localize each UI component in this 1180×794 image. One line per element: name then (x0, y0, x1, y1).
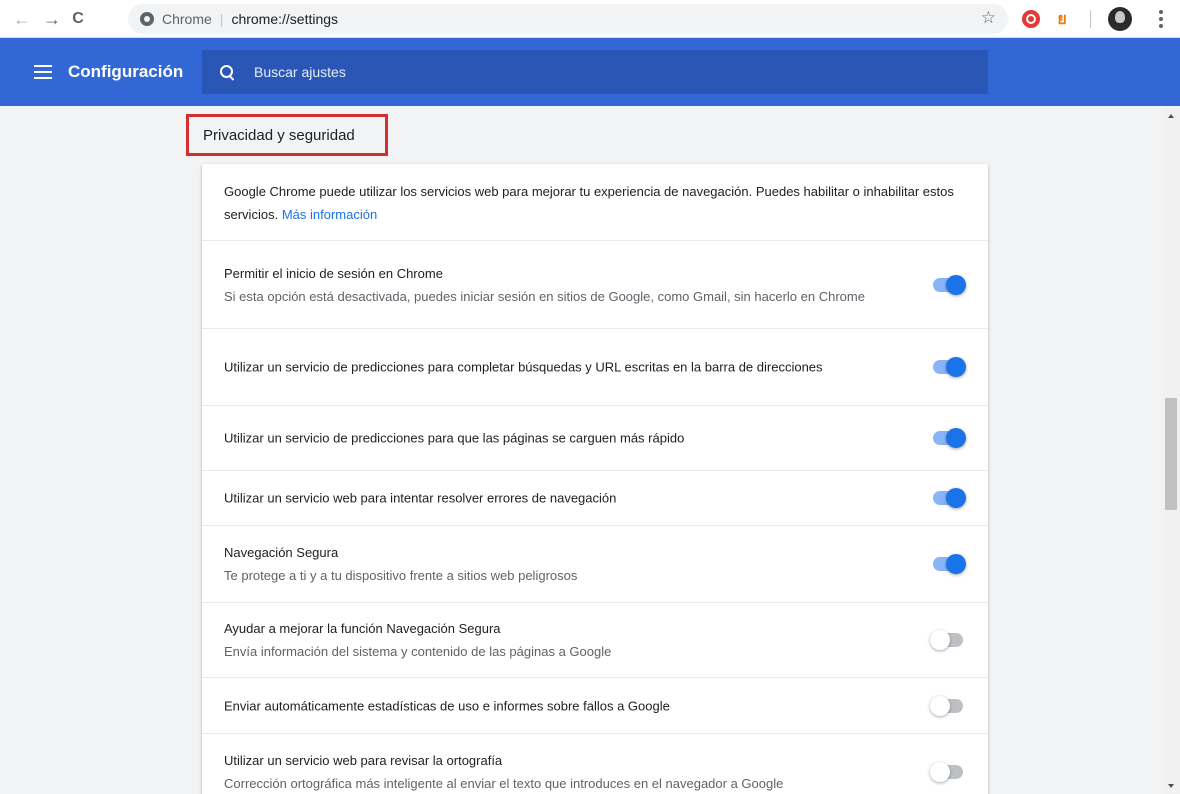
site-chip-label: Chrome (162, 11, 212, 27)
bookmark-star-icon[interactable]: ☆ (981, 8, 996, 28)
setting-subtitle: Envía información del sistema y contenid… (224, 644, 612, 659)
omnibox-separator: | (219, 11, 224, 27)
back-arrow-icon[interactable]: ← (10, 7, 34, 31)
section-title: Privacidad y seguridad (186, 114, 388, 156)
more-menu-icon[interactable] (1154, 8, 1168, 30)
setting-row-signin[interactable]: Permitir el inicio de sesión en Chrome S… (202, 241, 988, 329)
setting-row-page-preload[interactable]: Utilizar un servicio de predicciones par… (202, 406, 988, 471)
toggle-switch-improve-safe-browsing[interactable] (930, 630, 966, 650)
setting-subtitle: Si esta opción está desactivada, puedes … (224, 288, 865, 304)
setting-row-navigation-errors[interactable]: Utilizar un servicio web para intentar r… (202, 471, 988, 526)
extension-orange-icon[interactable]: ย (1051, 8, 1073, 30)
search-icon (220, 65, 234, 79)
extension-red-icon[interactable] (1022, 10, 1040, 28)
setting-subtitle: Corrección ortográfica más inteligente a… (224, 776, 784, 791)
setting-title: Utilizar un servicio web para intentar r… (224, 490, 617, 506)
toggle-switch-navigation-errors[interactable] (930, 488, 966, 508)
browser-toolbar: ← → C Chrome | chrome://settings ☆ ย (0, 0, 1180, 38)
search-input[interactable] (254, 64, 854, 80)
setting-row-safe-browsing[interactable]: Navegación Segura Te protege a ti y a tu… (202, 526, 988, 603)
intro-text-block: Google Chrome puede utilizar los servici… (202, 164, 988, 241)
setting-title: Utilizar un servicio de predicciones par… (224, 359, 823, 375)
toggle-switch-spellcheck[interactable] (930, 762, 966, 782)
search-box[interactable] (202, 50, 988, 94)
setting-row-spellcheck[interactable]: Utilizar un servicio web para revisar la… (202, 734, 988, 794)
url-text[interactable]: chrome://settings (231, 11, 338, 27)
toolbar-divider (1090, 10, 1091, 28)
setting-title: Utilizar un servicio web para revisar la… (224, 753, 503, 768)
toggle-switch-safe-browsing[interactable] (930, 554, 966, 574)
toggle-switch-usage-stats[interactable] (930, 695, 966, 716)
chrome-page-icon (140, 12, 154, 26)
address-bar[interactable]: Chrome | chrome://settings ☆ (128, 4, 1008, 34)
scroll-down-arrow-icon[interactable] (1168, 784, 1174, 788)
profile-avatar[interactable] (1108, 7, 1132, 31)
setting-title: Permitir el inicio de sesión en Chrome (224, 265, 443, 281)
privacy-settings-card: Google Chrome puede utilizar los servici… (202, 164, 988, 794)
reload-icon[interactable]: C (66, 7, 90, 31)
setting-row-search-predictions[interactable]: Utilizar un servicio de predicciones par… (202, 329, 988, 406)
toggle-switch-page-preload[interactable] (930, 428, 966, 448)
setting-row-usage-stats[interactable]: Enviar automáticamente estadísticas de u… (202, 678, 988, 734)
hamburger-menu-icon[interactable] (34, 65, 52, 79)
setting-title: Utilizar un servicio de predicciones par… (224, 430, 685, 446)
toggle-switch-signin[interactable] (930, 274, 966, 295)
setting-row-improve-safe-browsing[interactable]: Ayudar a mejorar la función Navegación S… (202, 603, 988, 678)
settings-header: Configuración (0, 38, 1180, 106)
learn-more-link[interactable]: Más información (282, 207, 377, 222)
setting-title: Ayudar a mejorar la función Navegación S… (224, 621, 501, 636)
page-scrollbar[interactable] (1163, 106, 1180, 794)
setting-title: Enviar automáticamente estadísticas de u… (224, 698, 670, 713)
page-title: Configuración (68, 62, 184, 81)
setting-title: Navegación Segura (224, 545, 339, 560)
scroll-thumb[interactable] (1165, 398, 1177, 510)
scroll-up-arrow-icon[interactable] (1168, 114, 1174, 118)
toggle-switch-search-predictions[interactable] (930, 357, 966, 377)
setting-subtitle: Te protege a ti y a tu dispositivo frent… (224, 568, 578, 583)
forward-arrow-icon[interactable]: → (40, 7, 64, 31)
